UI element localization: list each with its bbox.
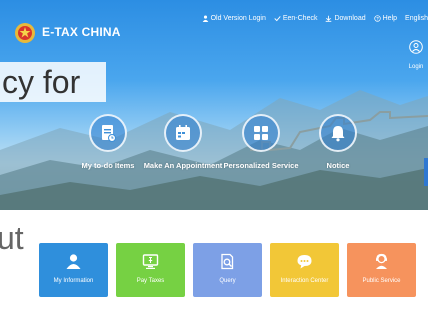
service-person-icon: [376, 253, 387, 269]
login-label: Login: [408, 64, 424, 70]
tile-interaction-center[interactable]: Interaction Center: [270, 243, 339, 297]
help-icon: [373, 15, 381, 22]
service-tiles: My Information Pay Taxes Query Interacti…: [39, 243, 416, 297]
download-label: Download: [334, 15, 366, 22]
help-link[interactable]: Help: [373, 15, 398, 22]
language-label: English: [405, 15, 428, 22]
login-button[interactable]: Login: [404, 40, 428, 73]
help-label: Help: [382, 15, 398, 22]
tile-my-information-label: My Information: [53, 278, 94, 284]
een-check-label: Een-Check: [282, 15, 318, 22]
tile-pay-taxes[interactable]: Pay Taxes: [116, 243, 185, 297]
monitor-icon: [142, 254, 159, 269]
notice-label: Notice: [326, 161, 350, 170]
top-links: Old Version Login Een-Check Download Hel…: [202, 15, 428, 22]
download-link[interactable]: Download: [325, 15, 366, 22]
tile-query-label: Query: [219, 278, 236, 284]
notice-button[interactable]: Notice: [293, 114, 383, 170]
een-check-link[interactable]: Een-Check: [274, 15, 318, 22]
section-heading-fragment: ut: [0, 220, 24, 256]
tile-pay-taxes-label: Pay Taxes: [136, 278, 165, 284]
hero-headline: cy for: [0, 62, 106, 102]
grid-icon: [254, 126, 268, 140]
make-an-appointment-label: Make An Appointment: [143, 161, 223, 170]
calendar-icon: [176, 125, 190, 140]
todo-document-icon: [102, 125, 116, 142]
download-icon: [326, 15, 332, 22]
tile-public-service[interactable]: Public Service: [347, 243, 416, 297]
brand-name: E-TAX CHINA: [42, 25, 121, 39]
todo-circle: [89, 114, 127, 152]
top-header: E-TAX CHINA Old Version Login Een-Check …: [0, 0, 428, 70]
old-version-login-link[interactable]: Old Version Login: [202, 15, 266, 22]
appointment-circle: [164, 114, 202, 152]
tile-public-service-label: Public Service: [362, 278, 401, 284]
tile-interaction-center-label: Interaction Center: [280, 278, 329, 284]
tax-emblem-logo: [15, 23, 35, 43]
notice-circle: [319, 114, 357, 152]
search-document-icon: [221, 253, 234, 270]
make-an-appointment-button[interactable]: Make An Appointment: [138, 114, 228, 170]
chat-bubble-icon: [297, 255, 312, 269]
bell-icon: [331, 126, 345, 142]
hero-banner: E-TAX CHINA Old Version Login Een-Check …: [0, 0, 428, 210]
tile-query[interactable]: Query: [193, 243, 262, 297]
personalized-circle: [242, 114, 280, 152]
old-version-login-label: Old Version Login: [210, 15, 266, 22]
check-icon: [274, 16, 281, 22]
side-tab[interactable]: [424, 158, 428, 186]
avatar-icon: [409, 40, 423, 54]
user-icon: [202, 15, 208, 22]
tile-my-information[interactable]: My Information: [39, 243, 108, 297]
language-english-link[interactable]: English: [405, 15, 428, 22]
person-icon: [66, 254, 81, 269]
